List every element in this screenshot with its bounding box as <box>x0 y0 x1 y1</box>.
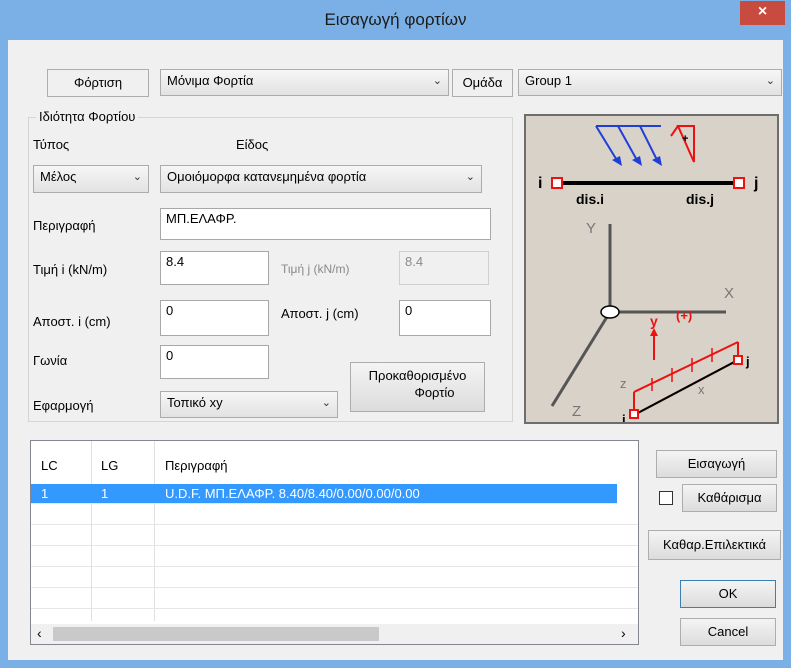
local-y-label: y <box>650 313 658 329</box>
angle-input[interactable]: 0 <box>160 345 269 379</box>
loads-table[interactable]: LC LG Περιγραφή 1 1 U.D.F. ΜΠ.ΕΛΑΦΡ. 8.4… <box>30 440 639 645</box>
type-value: Μέλος <box>40 169 77 184</box>
load-case-value: Μόνιμα Φορτία <box>167 73 254 88</box>
table-row[interactable] <box>31 568 638 588</box>
ok-button[interactable]: OK <box>680 580 776 608</box>
value-i-label: Τιμή i (kN/m) <box>33 262 108 277</box>
axis-X-label: X <box>724 285 734 302</box>
apply-label: Εφαρμογή <box>33 398 94 413</box>
insert-button[interactable]: Εισαγωγή <box>656 450 777 478</box>
horizontal-scrollbar[interactable]: ‹ › <box>31 624 638 644</box>
positive-sign-label: (+) <box>676 308 692 323</box>
apply-select[interactable]: Τοπικό xy ⌄ <box>160 391 338 418</box>
row-lc: 1 <box>41 486 49 501</box>
distance-i-input[interactable]: 0 <box>160 300 269 336</box>
local-z-label: z <box>620 376 627 391</box>
value-i-input[interactable]: 8.4 <box>160 251 269 285</box>
value-j-label: Τιμή j (kN/m) <box>281 262 350 276</box>
dialog-body: Φόρτιση Μόνιμα Φορτία ⌄ Ομάδα Group 1 ⌄ … <box>8 40 783 660</box>
dis-i-label: dis.i <box>576 191 604 207</box>
load-diagram-svg: + i j dis.i dis.j Y X Z y (+) x z i j <box>538 125 758 427</box>
local-i-label: i <box>622 412 626 422</box>
chevron-down-icon: ⌄ <box>765 75 775 87</box>
row-lg: 1 <box>101 486 109 501</box>
predefined-load-line1: Προκαθορισμένο <box>368 368 467 383</box>
apply-value: Τοπικό xy <box>167 395 223 410</box>
scroll-left-icon[interactable]: ‹ <box>37 625 42 641</box>
distance-j-label: Αποστ. j (cm) <box>281 306 359 321</box>
blue-load-arrows <box>595 125 661 163</box>
predefined-load-button[interactable]: Προκαθορισμένο Φορτίο <box>350 362 485 412</box>
row-description: U.D.F. ΜΠ.ΕΛΑΦΡ. 8.40/8.40/0.00/0.00/0.0… <box>165 486 420 501</box>
blue-arrowheads <box>612 156 662 166</box>
load-properties-title: Ιδιότητα Φορτίου <box>36 109 139 124</box>
header-lg: LG <box>101 458 119 473</box>
header-description: Περιγραφή <box>165 458 228 473</box>
dialog-window: Εισαγωγή φορτίων × Φόρτιση Μόνιμα Φορτία… <box>0 0 791 668</box>
group-value: Group 1 <box>525 73 572 88</box>
clear-selected-button[interactable]: Καθαρ.Επιλεκτικά <box>648 530 781 560</box>
distance-i-label: Αποστ. i (cm) <box>33 314 111 329</box>
node-i-label: i <box>538 175 542 192</box>
chevron-down-icon: ⌄ <box>432 75 442 87</box>
kind-label: Είδος <box>236 137 269 152</box>
table-row[interactable] <box>31 526 638 546</box>
chevron-down-icon: ⌄ <box>321 397 331 409</box>
local-member <box>629 328 743 419</box>
title-bar[interactable]: Εισαγωγή φορτίων × <box>0 0 791 40</box>
clear-checkbox[interactable] <box>659 491 673 505</box>
clear-button[interactable]: Καθάρισμα <box>682 484 777 512</box>
table-header: LC LG Περιγραφή <box>31 441 638 479</box>
description-input[interactable]: ΜΠ.ΕΛΑΦΡ. <box>160 208 491 240</box>
group-label: Ομάδα <box>452 69 513 97</box>
node-j-label: j <box>753 175 758 192</box>
load-case-select[interactable]: Μόνιμα Φορτία ⌄ <box>160 69 449 96</box>
distance-j-input[interactable]: 0 <box>399 300 491 336</box>
axis-Z-label: Z <box>572 403 581 420</box>
predefined-load-line2: Φορτίο <box>414 385 455 400</box>
table-row[interactable]: 1 1 U.D.F. ΜΠ.ΕΛΑΦΡ. 8.40/8.40/0.00/0.00… <box>31 484 617 504</box>
table-row[interactable] <box>31 505 638 525</box>
local-j-label: j <box>745 354 750 369</box>
dis-j-label: dis.j <box>686 191 714 207</box>
scrollbar-thumb[interactable] <box>53 627 379 641</box>
type-label: Τύπος <box>33 137 70 152</box>
axis-Y-label: Y <box>586 220 596 237</box>
kind-select[interactable]: Ομοιόμορφα κατανεμημένα φορτία ⌄ <box>160 165 482 193</box>
local-x-label: x <box>698 382 705 397</box>
group-select[interactable]: Group 1 ⌄ <box>518 69 782 96</box>
load-diagram: + i j dis.i dis.j Y X Z y (+) x z i j <box>524 114 779 427</box>
load-case-label: Φόρτιση <box>47 69 149 97</box>
angle-label: Γωνία <box>33 353 68 368</box>
axes <box>550 224 726 407</box>
close-button[interactable]: × <box>740 1 785 25</box>
chevron-down-icon: ⌄ <box>132 171 142 183</box>
header-lc: LC <box>41 458 58 473</box>
svg-text:+: + <box>682 133 688 145</box>
chevron-down-icon: ⌄ <box>465 171 475 183</box>
window-title: Εισαγωγή φορτίων <box>324 10 467 29</box>
kind-value: Ομοιόμορφα κατανεμημένα φορτία <box>167 169 367 184</box>
description-label: Περιγραφή <box>33 218 96 233</box>
table-row[interactable] <box>31 589 638 609</box>
cancel-button[interactable]: Cancel <box>680 618 776 646</box>
scroll-right-icon[interactable]: › <box>621 625 626 641</box>
type-select[interactable]: Μέλος ⌄ <box>33 165 149 193</box>
table-row[interactable] <box>31 547 638 567</box>
value-j-input: 8.4 <box>399 251 489 285</box>
